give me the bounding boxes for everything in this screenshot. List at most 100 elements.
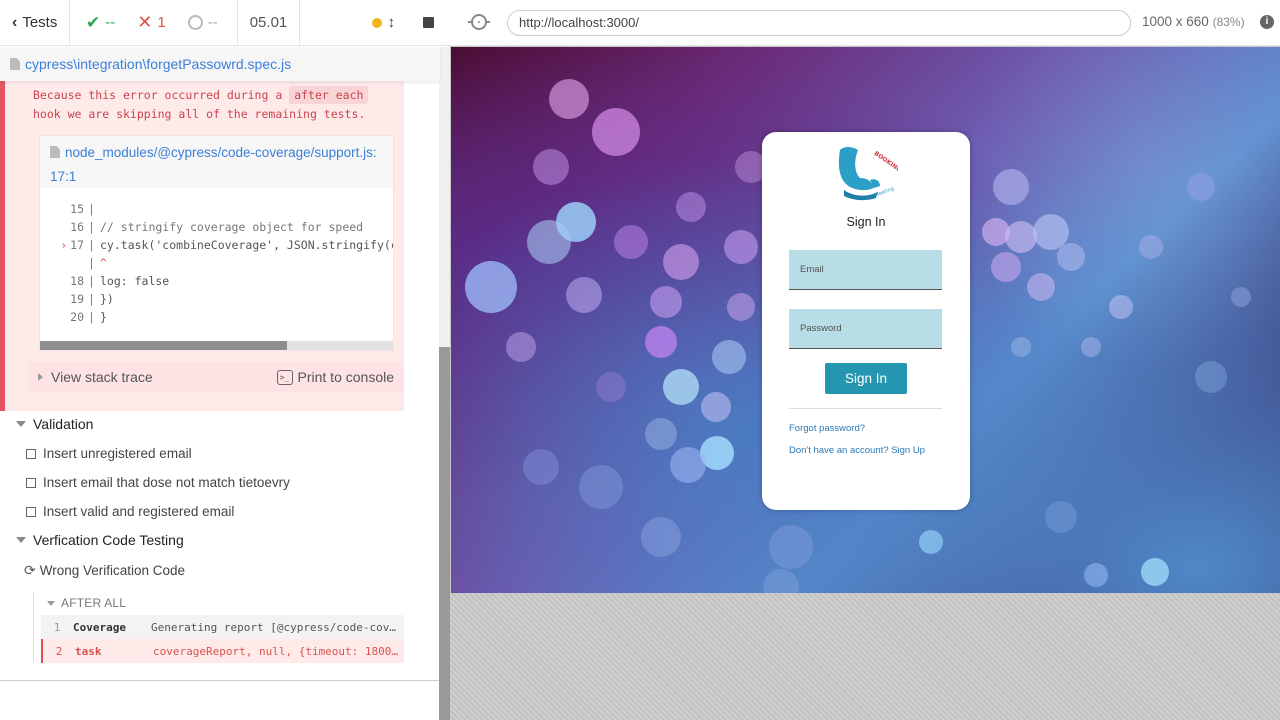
code-frame-header[interactable]: node_modules/@cypress/code-coverage/supp… xyxy=(40,136,393,188)
tests-label: Tests xyxy=(22,14,58,31)
hook-guide-line xyxy=(33,592,34,662)
info-icon[interactable]: i xyxy=(1260,15,1274,29)
scrollbar-thumb[interactable] xyxy=(439,347,450,720)
run-duration: 05.01 xyxy=(238,0,300,46)
run-stats: ✔ -- ✕ 1 -- xyxy=(70,0,238,46)
bokeh-light xyxy=(645,418,677,450)
bokeh-light xyxy=(676,192,706,222)
view-stack-trace-toggle[interactable]: View stack trace xyxy=(38,369,153,385)
bokeh-light xyxy=(1011,337,1031,357)
bokeh-light xyxy=(592,108,640,156)
test-item[interactable]: Insert valid and registered email xyxy=(26,504,234,519)
bokeh-light xyxy=(596,372,626,402)
bokeh-light xyxy=(566,277,602,313)
refresh-icon: ⟳ xyxy=(24,562,36,578)
error-message: Because this error occurred during a aft… xyxy=(33,86,373,124)
stop-icon[interactable] xyxy=(423,17,434,28)
test-item-running[interactable]: ⟳ Wrong Verification Code xyxy=(24,562,185,579)
selector-playground-icon[interactable] xyxy=(468,14,490,30)
pending-square-icon xyxy=(26,448,36,459)
signin-heading: Sign In xyxy=(846,215,886,229)
code-line: 18 | log: false xyxy=(70,274,170,288)
bokeh-light xyxy=(641,517,681,557)
arrows-up-down-icon: ↕ xyxy=(387,14,396,31)
bokeh-light xyxy=(712,340,746,374)
close-icon: ✕ xyxy=(137,12,153,32)
terminal-icon: >_ xyxy=(276,369,293,385)
caret-down-icon xyxy=(16,421,26,427)
test-item[interactable]: Insert unregistered email xyxy=(26,446,192,461)
code-frame: node_modules/@cypress/code-coverage/supp… xyxy=(39,135,394,351)
bokeh-light xyxy=(1109,295,1133,319)
bokeh-light xyxy=(1141,558,1169,586)
bokeh-light xyxy=(614,225,648,259)
test-item[interactable]: Insert email that dose not match tietoev… xyxy=(26,475,290,490)
divider xyxy=(789,408,942,409)
check-icon: ✔ xyxy=(86,12,101,32)
pending-square-icon xyxy=(26,506,36,517)
code-line: 20 |} xyxy=(70,310,107,324)
code-line: 15 | xyxy=(70,202,95,216)
email-field[interactable]: Email xyxy=(789,250,942,290)
bokeh-light xyxy=(650,286,682,318)
suite-verification[interactable]: Verfication Code Testing xyxy=(16,532,184,548)
reporter-panel: ‹ Tests ✔ -- ✕ 1 -- 05.01 ↕ cypress\inte… xyxy=(0,0,450,720)
reporter-scrollbar[interactable] xyxy=(439,47,450,720)
bokeh-light xyxy=(663,369,699,405)
caret-down-icon xyxy=(47,600,55,606)
auto-scroll-toggle[interactable]: ↕ xyxy=(371,14,396,31)
tests-back-button[interactable]: ‹ Tests xyxy=(0,0,70,46)
bokeh-light xyxy=(1195,361,1227,393)
bokeh-light xyxy=(1139,235,1163,259)
bokeh-light xyxy=(1057,243,1085,271)
bokeh-light xyxy=(1081,337,1101,357)
logo-text: BOOKING xyxy=(873,150,898,174)
spec-path-bar: cypress\integration\forgetPassowrd.spec.… xyxy=(0,47,440,81)
code-frame-file[interactable]: node_modules/@cypress/code-coverage/supp… xyxy=(65,145,377,160)
code-line: 16 | // stringify coverage object for spe… xyxy=(70,220,364,234)
failed-stat: ✕ 1 xyxy=(137,12,166,32)
bokeh-light xyxy=(549,79,589,119)
code-line-highlighted: › 17 | cy.task('combineCoverage', JSON.str… xyxy=(60,238,393,252)
status-dot-icon xyxy=(371,17,382,28)
bokeh-light xyxy=(670,447,706,483)
command-row-failed[interactable]: 2 task coverageReport, null, {timeout: 1… xyxy=(41,639,404,663)
bokeh-light xyxy=(724,230,758,264)
url-bar: http://localhost:3000/ 1000 x 660 (83%) … xyxy=(450,0,1280,46)
pending-stat: -- xyxy=(187,14,218,31)
signin-button[interactable]: Sign In xyxy=(825,363,907,394)
spec-file-link[interactable]: cypress\integration\forgetPassowrd.spec.… xyxy=(25,56,291,72)
bokeh-light xyxy=(579,465,623,509)
url-field[interactable]: http://localhost:3000/ xyxy=(507,10,1131,36)
code-frame-scrollbar[interactable] xyxy=(40,341,393,350)
password-field[interactable]: Password xyxy=(789,309,942,349)
app-preview-panel: http://localhost:3000/ 1000 x 660 (83%) … xyxy=(450,0,1280,720)
code-frame-position[interactable]: 17:1 xyxy=(50,169,76,184)
chevron-left-icon: ‹ xyxy=(12,13,18,31)
caret-down-icon xyxy=(16,537,26,543)
divider xyxy=(0,680,439,681)
bokeh-light xyxy=(993,169,1029,205)
bokeh-light xyxy=(527,220,571,264)
command-row[interactable]: 1 Coverage Generating report [@cypress/c… xyxy=(41,615,404,639)
print-to-console-button[interactable]: >_ Print to console xyxy=(276,369,394,385)
pending-square-icon xyxy=(26,477,36,488)
code-line: | ^ xyxy=(88,256,107,270)
suite-validation[interactable]: Validation xyxy=(16,416,93,432)
bokeh-light xyxy=(523,449,559,485)
pending-circle-icon xyxy=(187,15,203,30)
forgot-password-link[interactable]: Forgot password? xyxy=(789,423,865,434)
after-all-hook[interactable]: AFTER ALL xyxy=(47,596,126,610)
code-line: 19 | }) xyxy=(70,292,114,306)
bokeh-light xyxy=(763,569,799,593)
signup-link[interactable]: Don't have an account? Sign Up xyxy=(789,445,925,456)
scrollbar-thumb[interactable] xyxy=(40,341,287,350)
bokeh-light xyxy=(465,261,517,313)
booking-meeting-logo-icon: BOOKING Meeting xyxy=(838,147,898,201)
bokeh-light xyxy=(727,293,755,321)
bokeh-light xyxy=(982,218,1010,246)
bokeh-light xyxy=(1231,287,1251,307)
viewport-size: 1000 x 660 (83%) xyxy=(1142,14,1245,29)
bokeh-light xyxy=(663,244,699,280)
bokeh-light xyxy=(1187,173,1215,201)
